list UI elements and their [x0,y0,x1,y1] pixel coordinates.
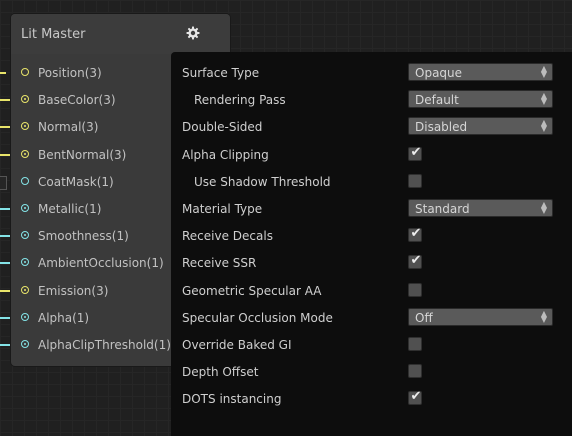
dropdown-value: Opaque [415,66,463,80]
port-label: Metallic(1) [38,201,102,216]
checkmark-icon: ✔ [410,389,422,405]
port-socket-icon[interactable] [21,149,29,158]
connection-edge [0,235,10,238]
port-socket-fill [24,288,26,291]
port-label: CoatMask(1) [38,174,114,189]
port-connector-stub [0,175,7,190]
port-label: Normal(3) [38,120,99,135]
port-socket-icon[interactable] [21,312,29,321]
setting-label: Depth Offset [182,365,259,380]
port-socket-icon[interactable] [21,231,29,240]
dropdown-value: Default [415,93,459,108]
setting-label: Receive Decals [182,229,273,244]
port-label: AlphaClipThreshold(1) [38,337,171,352]
dropdown-value: Off [415,310,433,325]
dropdown-value: Disabled [415,120,468,135]
setting-row: Receive SSR ✔ [171,252,572,274]
port-socket-icon[interactable] [21,68,29,76]
node-title: Lit Master [21,27,86,42]
setting-label: Rendering Pass [194,93,286,108]
setting-checkbox[interactable] [408,364,422,379]
port-socket-fill [24,125,26,128]
port-label: Position(3) [38,66,102,80]
connection-edge [0,72,6,74]
setting-row: Specular Occlusion Mode Off ▲ ▼ [171,307,572,329]
port-socket-icon[interactable] [21,339,29,348]
setting-dropdown[interactable]: Disabled ▲ ▼ [408,117,553,136]
setting-dropdown[interactable]: Off ▲ ▼ [408,307,553,326]
port-label: AmbientOcclusion(1) [38,256,164,271]
port-socket-fill [24,152,26,155]
port-socket-fill [24,315,26,318]
setting-checkbox[interactable] [408,282,422,297]
gear-icon[interactable] [186,26,200,40]
port-socket-icon[interactable] [21,258,29,267]
port-socket-fill [24,234,26,237]
connection-edge [0,262,10,265]
setting-checkbox[interactable]: ✔ [408,226,422,243]
setting-checkbox[interactable] [408,337,422,351]
dropdown-arrows-icon: ▲ ▼ [540,308,547,324]
dropdown-value: Standard [415,202,470,216]
setting-dropdown[interactable]: Default ▲ ▼ [408,90,553,109]
setting-label: Receive SSR [182,256,257,271]
port-socket-fill [24,261,26,264]
setting-row: Rendering Pass Default ▲ ▼ [171,89,572,111]
setting-label: DOTS instancing [182,392,282,407]
port-label: Alpha(1) [38,310,90,325]
connection-edge [0,99,10,102]
setting-label: Alpha Clipping [182,147,269,162]
port-socket-icon[interactable] [21,176,29,185]
setting-row: Surface Type Opaque ▲ ▼ [171,62,572,84]
setting-dropdown[interactable]: Standard ▲ ▼ [408,199,553,217]
setting-dropdown[interactable]: Opaque ▲ ▼ [408,63,553,81]
port-socket-icon[interactable] [21,285,29,294]
setting-row: Use Shadow Threshold [171,171,572,193]
connection-edge [0,153,10,156]
port-label: Smoothness(1) [38,229,129,244]
node-header[interactable]: Lit Master [11,14,230,54]
dropdown-arrows-icon: ▲ ▼ [540,64,547,79]
setting-row: Double-Sided Disabled ▲ ▼ [171,116,572,138]
dropdown-arrows-icon: ▲ ▼ [540,200,547,215]
setting-row: DOTS instancing ✔ [171,388,572,410]
connection-edge [0,289,10,292]
setting-label: Surface Type [182,66,260,80]
port-socket-fill [24,98,26,101]
setting-label: Geometric Specular AA [182,283,322,298]
setting-label: Use Shadow Threshold [194,174,331,189]
dropdown-arrows-icon: ▲ ▼ [540,118,547,134]
checkmark-icon: ✔ [410,253,422,269]
setting-row: Override Baked GI [171,334,572,356]
setting-row: Depth Offset [171,361,572,383]
setting-label: Double-Sided [182,120,263,135]
setting-row: Material Type Standard ▲ ▼ [171,198,572,220]
port-socket-icon[interactable] [21,122,29,131]
port-socket-fill [24,206,26,209]
port-socket-icon[interactable] [21,95,29,104]
dropdown-arrows-icon: ▲ ▼ [540,91,547,107]
setting-row: Geometric Specular AA [171,280,572,302]
port-label: Emission(3) [38,283,109,298]
setting-checkbox[interactable]: ✔ [408,253,422,270]
port-label: BaseColor(3) [38,93,116,108]
setting-label: Material Type [182,202,263,216]
connection-edge [0,343,10,346]
setting-label: Override Baked GI [182,338,292,352]
checkmark-icon: ✔ [410,144,422,160]
setting-row: Alpha Clipping ✔ [171,144,572,166]
connection-edge [0,126,10,129]
master-node-settings-panel: Surface Type Opaque ▲ ▼ Rendering Pass Defaul… [171,52,572,436]
connection-edge [0,316,10,319]
checkmark-icon: ✔ [410,226,422,242]
port-socket-fill [24,342,26,345]
setting-row: Receive Decals ✔ [171,225,572,247]
setting-checkbox[interactable] [408,173,422,188]
connection-edge [0,207,10,210]
setting-checkbox[interactable]: ✔ [408,144,422,161]
port-label: BentNormal(3) [38,147,127,162]
setting-checkbox[interactable]: ✔ [408,389,422,406]
setting-label: Specular Occlusion Mode [182,310,333,325]
port-socket-icon[interactable] [21,203,29,212]
